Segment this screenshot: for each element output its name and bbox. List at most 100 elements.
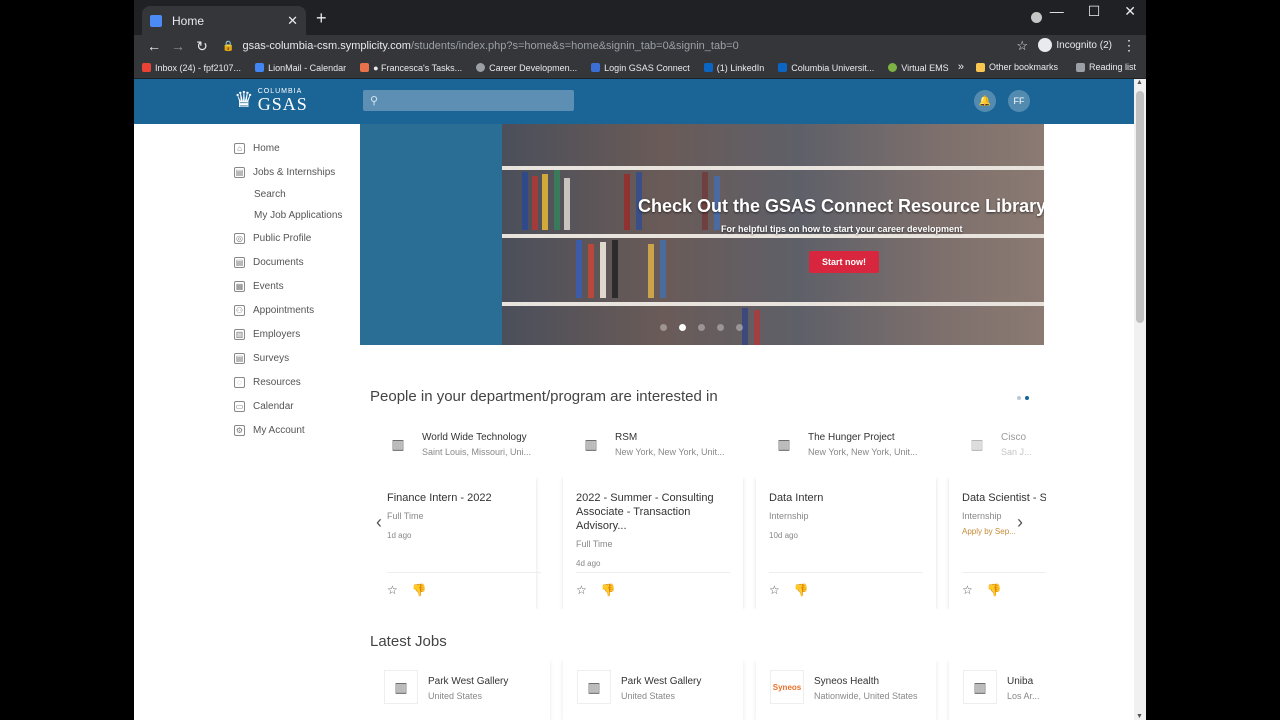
search-input[interactable]: ⚲ <box>363 90 574 111</box>
sidebar-item-documents[interactable]: ▤ Documents <box>234 250 354 274</box>
scroll-up-icon[interactable]: ▲ <box>1136 79 1143 86</box>
address-bar[interactable]: 🔒 gsas-columbia-csm.symplicity.com /stud… <box>222 35 1042 57</box>
maximize-button[interactable]: ☐ <box>1088 3 1101 20</box>
job-title[interactable]: Finance Intern - 2022 <box>387 491 523 505</box>
back-arrow-icon[interactable]: ← <box>142 38 166 54</box>
book <box>542 174 548 230</box>
bookmark-item[interactable]: LionMail - Calendar <box>255 63 346 73</box>
tab-close-icon[interactable]: ✕ <box>287 13 298 29</box>
avatar[interactable]: FF <box>1008 90 1030 112</box>
company-item[interactable]: ▥ The Hunger Project New York, New York, … <box>756 426 936 462</box>
forward-arrow-icon[interactable]: → <box>166 38 190 54</box>
company-name: World Wide Technology <box>422 432 527 443</box>
sidebar-item-calendar[interactable]: ▭ Calendar <box>234 394 354 418</box>
carousel-dot[interactable] <box>698 324 705 331</box>
company-item[interactable]: ▥ World Wide Technology Saint Louis, Miss… <box>370 426 550 462</box>
scroll-thumb[interactable] <box>1136 91 1144 323</box>
sidebar-item-my-account[interactable]: ⚙ My Account <box>234 418 354 442</box>
minimize-button[interactable]: — <box>1050 3 1064 20</box>
latest-job-card[interactable]: ▥ Uniba Los Ar... <box>949 660 1046 720</box>
job-card[interactable]: Finance Intern - 2022 Full Time 1d ago ☆… <box>370 477 541 609</box>
new-tab-button[interactable]: + <box>316 8 327 29</box>
sidebar-item-surveys[interactable]: ▤ Surveys <box>234 346 354 370</box>
job-title[interactable]: Data Scientist - States <box>962 491 1046 505</box>
bookmark-item[interactable]: (1) LinkedIn <box>703 62 765 73</box>
reading-list[interactable]: Reading list <box>1075 62 1136 72</box>
bookmark-item[interactable]: Login GSAS Connect <box>591 63 690 73</box>
sidebar-item-jobs[interactable]: ▤ Jobs & Internships <box>234 160 354 184</box>
book <box>600 242 606 298</box>
company-name: Uniba <box>1007 676 1034 687</box>
job-type: Full Time <box>576 539 613 549</box>
sidebar-item-public-profile[interactable]: ◎ Public Profile <box>234 226 354 250</box>
sidebar-subitem-applications[interactable]: My Job Applications <box>234 205 354 226</box>
tab-search-icon[interactable] <box>1031 12 1042 23</box>
sidebar-item-home[interactable]: ⌂ Home <box>234 136 354 160</box>
bookmark-star-icon[interactable]: ☆ <box>1016 38 1028 54</box>
book <box>660 240 666 298</box>
job-title[interactable]: 2022 - Summer - Consulting Associate - T… <box>576 491 730 533</box>
bookmark-label: (1) LinkedIn <box>716 62 765 73</box>
job-apply-deadline: Apply by Sep... <box>962 527 1016 536</box>
star-icon[interactable]: ☆ <box>962 583 973 597</box>
company-item[interactable]: ▥ Cisco San J... <box>949 426 1046 462</box>
carousel-dot[interactable] <box>660 324 667 331</box>
job-card[interactable]: Data Intern Internship 10d ago ☆ 👎 <box>756 477 936 609</box>
incognito-indicator[interactable]: Incognito (2) <box>1038 38 1112 52</box>
pager-dot-active[interactable] <box>1025 396 1029 400</box>
star-icon[interactable]: ☆ <box>387 583 398 597</box>
bookmarks-overflow-button[interactable]: » <box>958 61 964 73</box>
carousel-next-chevron-icon[interactable]: › <box>1017 512 1023 533</box>
pager-dot[interactable] <box>1017 396 1021 400</box>
sidebar-subitem-search[interactable]: Search <box>234 184 354 205</box>
carousel-dot[interactable] <box>717 324 724 331</box>
job-card[interactable]: 2022 - Summer - Consulting Associate - T… <box>563 477 743 609</box>
sidebar-item-employers[interactable]: ▥ Employers <box>234 322 354 346</box>
job-title[interactable]: Data Intern <box>769 491 923 505</box>
sidebar-item-events[interactable]: ▦ Events <box>234 274 354 298</box>
bookmark-item[interactable]: Inbox (24) - fpf2107... <box>142 63 241 73</box>
bookmark-item[interactable]: Career Developmen... <box>476 63 577 73</box>
thumbs-down-icon[interactable]: 👎 <box>794 583 809 597</box>
star-icon[interactable]: ☆ <box>576 583 587 597</box>
latest-job-card[interactable]: ▥ Park West Gallery United States <box>563 660 743 720</box>
thumbs-down-icon[interactable]: 👎 <box>987 583 1002 597</box>
carousel-dot-active[interactable] <box>679 324 686 331</box>
bookmark-label: Login GSAS Connect <box>604 62 690 73</box>
bookmark-item[interactable]: Columbia Universit... <box>778 63 874 73</box>
lock-icon[interactable]: 🔒 <box>222 41 234 52</box>
notification-bell-icon[interactable]: 🔔 <box>974 90 996 112</box>
scroll-down-icon[interactable]: ▼ <box>1136 713 1143 720</box>
carousel-prev-chevron-icon[interactable]: ‹ <box>376 512 382 533</box>
browser-window: Home ✕ + — ☐ ✕ ← → ↻ 🔒 gsas-columbia-csm… <box>134 0 1146 720</box>
sidebar-item-resources[interactable]: ◌ Resources <box>234 370 354 394</box>
bookmark-item[interactable]: Virtual EMS <box>888 63 949 73</box>
start-now-button[interactable]: Start now! <box>809 251 879 273</box>
sidebar-item-label: Appointments <box>253 304 315 316</box>
page-scrollbar[interactable]: ▲ ▼ <box>1134 79 1146 720</box>
columbia-gsas-logo[interactable]: ♛ COLUMBIA GSAS <box>234 87 308 113</box>
sidebar-item-appointments[interactable]: ⚇ Appointments <box>234 298 354 322</box>
thumbs-down-icon[interactable]: 👎 <box>412 583 427 597</box>
job-card[interactable]: Data Scientist - States Internship Apply… <box>949 477 1046 609</box>
tab-home[interactable]: Home ✕ <box>142 6 306 35</box>
book <box>576 240 582 298</box>
browser-menu-icon[interactable]: ⋮ <box>1122 37 1136 54</box>
banner-subtitle: For helpful tips on how to start your ca… <box>721 224 963 234</box>
book <box>554 170 560 230</box>
other-bookmarks[interactable]: Other bookmarks <box>975 62 1058 72</box>
folder-icon <box>975 62 985 72</box>
latest-job-card[interactable]: Syneos Syneos Health Nationwide, United S… <box>756 660 936 720</box>
reload-icon[interactable]: ↻ <box>190 38 214 55</box>
latest-job-card[interactable]: ▥ Park West Gallery United States <box>370 660 550 720</box>
bookmark-label: Reading list <box>1088 62 1136 72</box>
company-item[interactable]: ▥ RSM New York, New York, Unit... <box>563 426 743 462</box>
carousel-dot[interactable] <box>736 324 743 331</box>
bookmark-item[interactable]: ● Francesca's Tasks... <box>360 63 462 73</box>
star-icon[interactable]: ☆ <box>769 583 780 597</box>
thumbs-down-icon[interactable]: 👎 <box>601 583 616 597</box>
book <box>624 174 630 230</box>
close-window-button[interactable]: ✕ <box>1124 3 1136 20</box>
company-row: ▥ World Wide Technology Saint Louis, Miss… <box>370 426 1046 462</box>
profile-icon: ◎ <box>234 232 245 244</box>
